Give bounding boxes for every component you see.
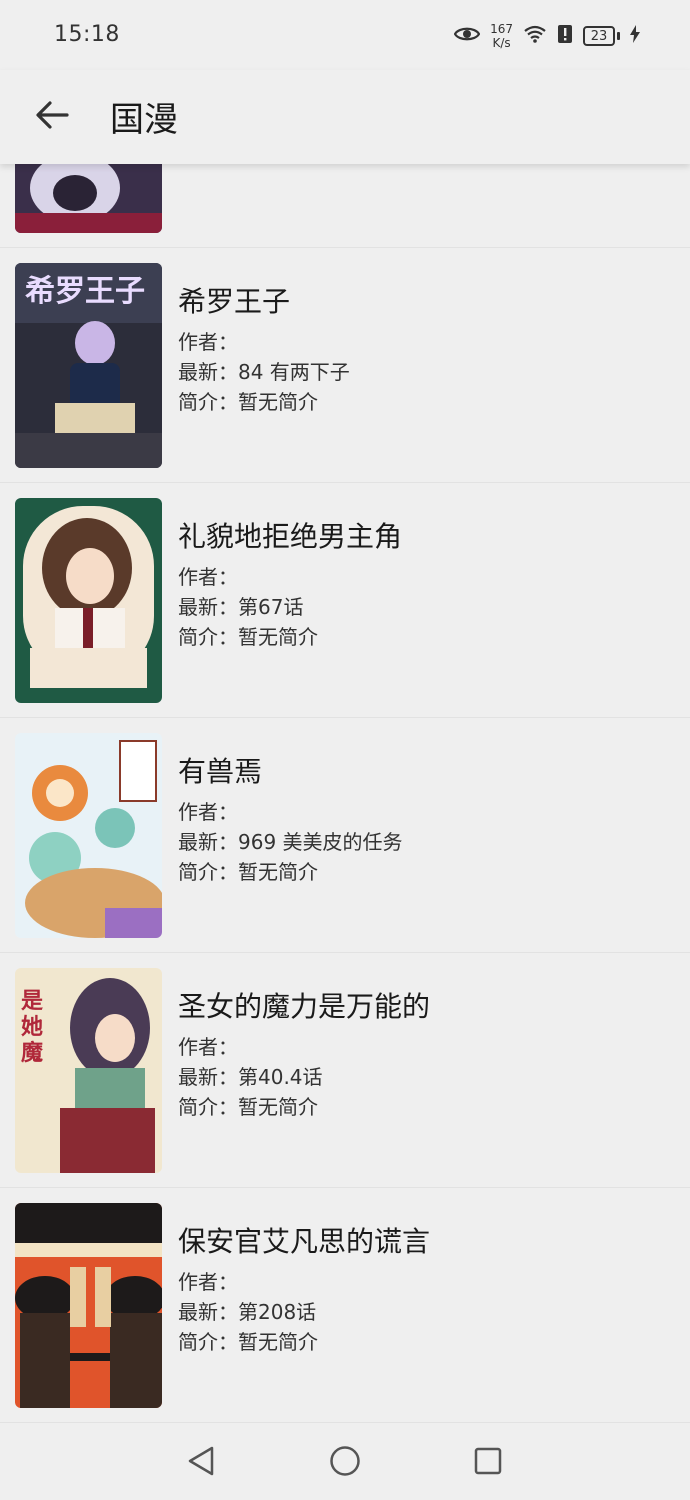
battery-icon: 23 bbox=[583, 26, 620, 46]
svg-text:魔: 魔 bbox=[21, 1040, 43, 1066]
comic-title: 圣女的魔力是万能的 bbox=[178, 990, 431, 1023]
comic-cover[interactable]: 是 她 魔 bbox=[15, 968, 162, 1173]
home-circle-icon bbox=[329, 1445, 361, 1481]
comic-title: 保安官艾凡思的谎言 bbox=[178, 1225, 431, 1258]
comic-cover[interactable] bbox=[15, 164, 162, 233]
comic-cover[interactable] bbox=[15, 1203, 162, 1408]
comic-author: 作者： bbox=[178, 800, 238, 824]
list-item[interactable]: 是 她 魔 圣女的魔力是万能的 作者： 最新：第40.4话 简介：暂无简介 bbox=[0, 953, 690, 1188]
net-speed: 167 K/s bbox=[490, 22, 513, 50]
list-item[interactable]: 有兽焉 作者： 最新：969 美美皮的任务 简介：暂无简介 bbox=[0, 718, 690, 953]
system-nav-bar bbox=[0, 1426, 690, 1500]
comic-latest: 最新：第67话 bbox=[178, 595, 304, 619]
comic-author: 作者： bbox=[178, 565, 238, 589]
svg-text:希罗王子: 希罗王子 bbox=[25, 274, 145, 309]
wifi-icon bbox=[523, 24, 547, 48]
comic-title: 有兽焉 bbox=[178, 755, 263, 788]
battery-level: 23 bbox=[583, 26, 615, 46]
status-icons: 167 K/s 23 bbox=[453, 18, 640, 54]
comic-cover[interactable] bbox=[15, 498, 162, 703]
status-time: 15:18 bbox=[54, 22, 120, 47]
list-item[interactable]: 希罗王子 希罗王子 作者： 最新：84 有两下子 简介：暂无简介 bbox=[0, 248, 690, 483]
comic-intro: 简介：暂无简介 bbox=[178, 860, 318, 884]
net-speed-unit: K/s bbox=[492, 36, 511, 50]
arrow-left-icon bbox=[35, 100, 69, 134]
comic-latest: 最新：第208话 bbox=[178, 1300, 317, 1324]
svg-text:她: 她 bbox=[21, 1014, 43, 1040]
net-speed-value: 167 bbox=[490, 22, 513, 36]
back-triangle-icon bbox=[186, 1445, 216, 1481]
app-bar: 国漫 bbox=[0, 70, 690, 164]
list-item-partial[interactable] bbox=[0, 164, 690, 248]
comic-latest: 最新：969 美美皮的任务 bbox=[178, 830, 403, 854]
comic-latest: 最新：84 有两下子 bbox=[178, 360, 350, 384]
comic-list[interactable]: 希罗王子 希罗王子 作者： 最新：84 有两下子 简介：暂无简介 礼貌地拒绝男主… bbox=[0, 164, 690, 1426]
list-item[interactable]: 保安官艾凡思的谎言 作者： 最新：第208话 简介：暂无简介 bbox=[0, 1188, 690, 1423]
alert-icon bbox=[557, 24, 573, 48]
comic-author: 作者： bbox=[178, 330, 238, 354]
comic-cover[interactable] bbox=[15, 733, 162, 938]
recents-square-icon bbox=[473, 1446, 503, 1480]
list-item[interactable]: 礼貌地拒绝男主角 作者： 最新：第67话 简介：暂无简介 bbox=[0, 483, 690, 718]
comic-title: 礼貌地拒绝男主角 bbox=[178, 520, 403, 553]
eye-icon bbox=[453, 25, 481, 47]
comic-title: 希罗王子 bbox=[178, 285, 291, 318]
comic-cover[interactable]: 希罗王子 bbox=[15, 263, 162, 468]
comic-intro: 简介：暂无简介 bbox=[178, 390, 318, 414]
page-title: 国漫 bbox=[110, 100, 178, 140]
nav-recents-button[interactable] bbox=[471, 1446, 505, 1480]
comic-author: 作者： bbox=[178, 1035, 238, 1059]
nav-home-button[interactable] bbox=[328, 1446, 362, 1480]
comic-latest: 最新：第40.4话 bbox=[178, 1065, 323, 1089]
comic-intro: 简介：暂无简介 bbox=[178, 625, 318, 649]
back-button[interactable] bbox=[30, 95, 74, 139]
comic-intro: 简介：暂无简介 bbox=[178, 1095, 318, 1119]
charging-icon bbox=[630, 25, 640, 47]
status-bar: 15:18 167 K/s 23 bbox=[0, 0, 690, 70]
nav-back-button[interactable] bbox=[184, 1446, 218, 1480]
comic-author: 作者： bbox=[178, 1270, 238, 1294]
comic-intro: 简介：暂无简介 bbox=[178, 1330, 318, 1354]
svg-text:是: 是 bbox=[21, 989, 43, 1014]
